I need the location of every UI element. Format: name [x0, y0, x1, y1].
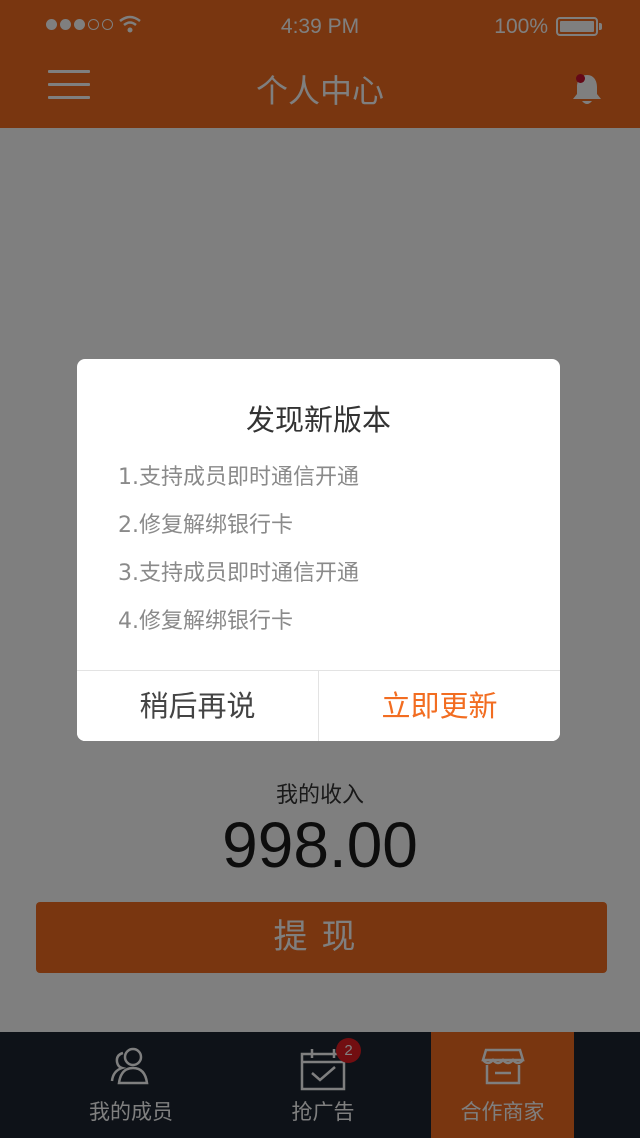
later-button[interactable]: 稍后再说 — [77, 671, 319, 741]
release-note: 2.修复解绑银行卡 — [118, 513, 293, 538]
update-dialog: 发现新版本 1.支持成员即时通信开通 2.修复解绑银行卡 3.支持成员即时通信开… — [77, 359, 560, 741]
update-now-button[interactable]: 立即更新 — [319, 671, 560, 741]
dialog-footer: 稍后再说 立即更新 — [77, 670, 560, 741]
release-note: 1.支持成员即时通信开通 — [118, 465, 359, 490]
release-notes: 1.支持成员即时通信开通 2.修复解绑银行卡 3.支持成员即时通信开通 4.修复… — [118, 459, 359, 651]
release-note: 4.修复解绑银行卡 — [118, 609, 293, 634]
release-note: 3.支持成员即时通信开通 — [118, 561, 359, 586]
dialog-title: 发现新版本 — [245, 403, 391, 437]
